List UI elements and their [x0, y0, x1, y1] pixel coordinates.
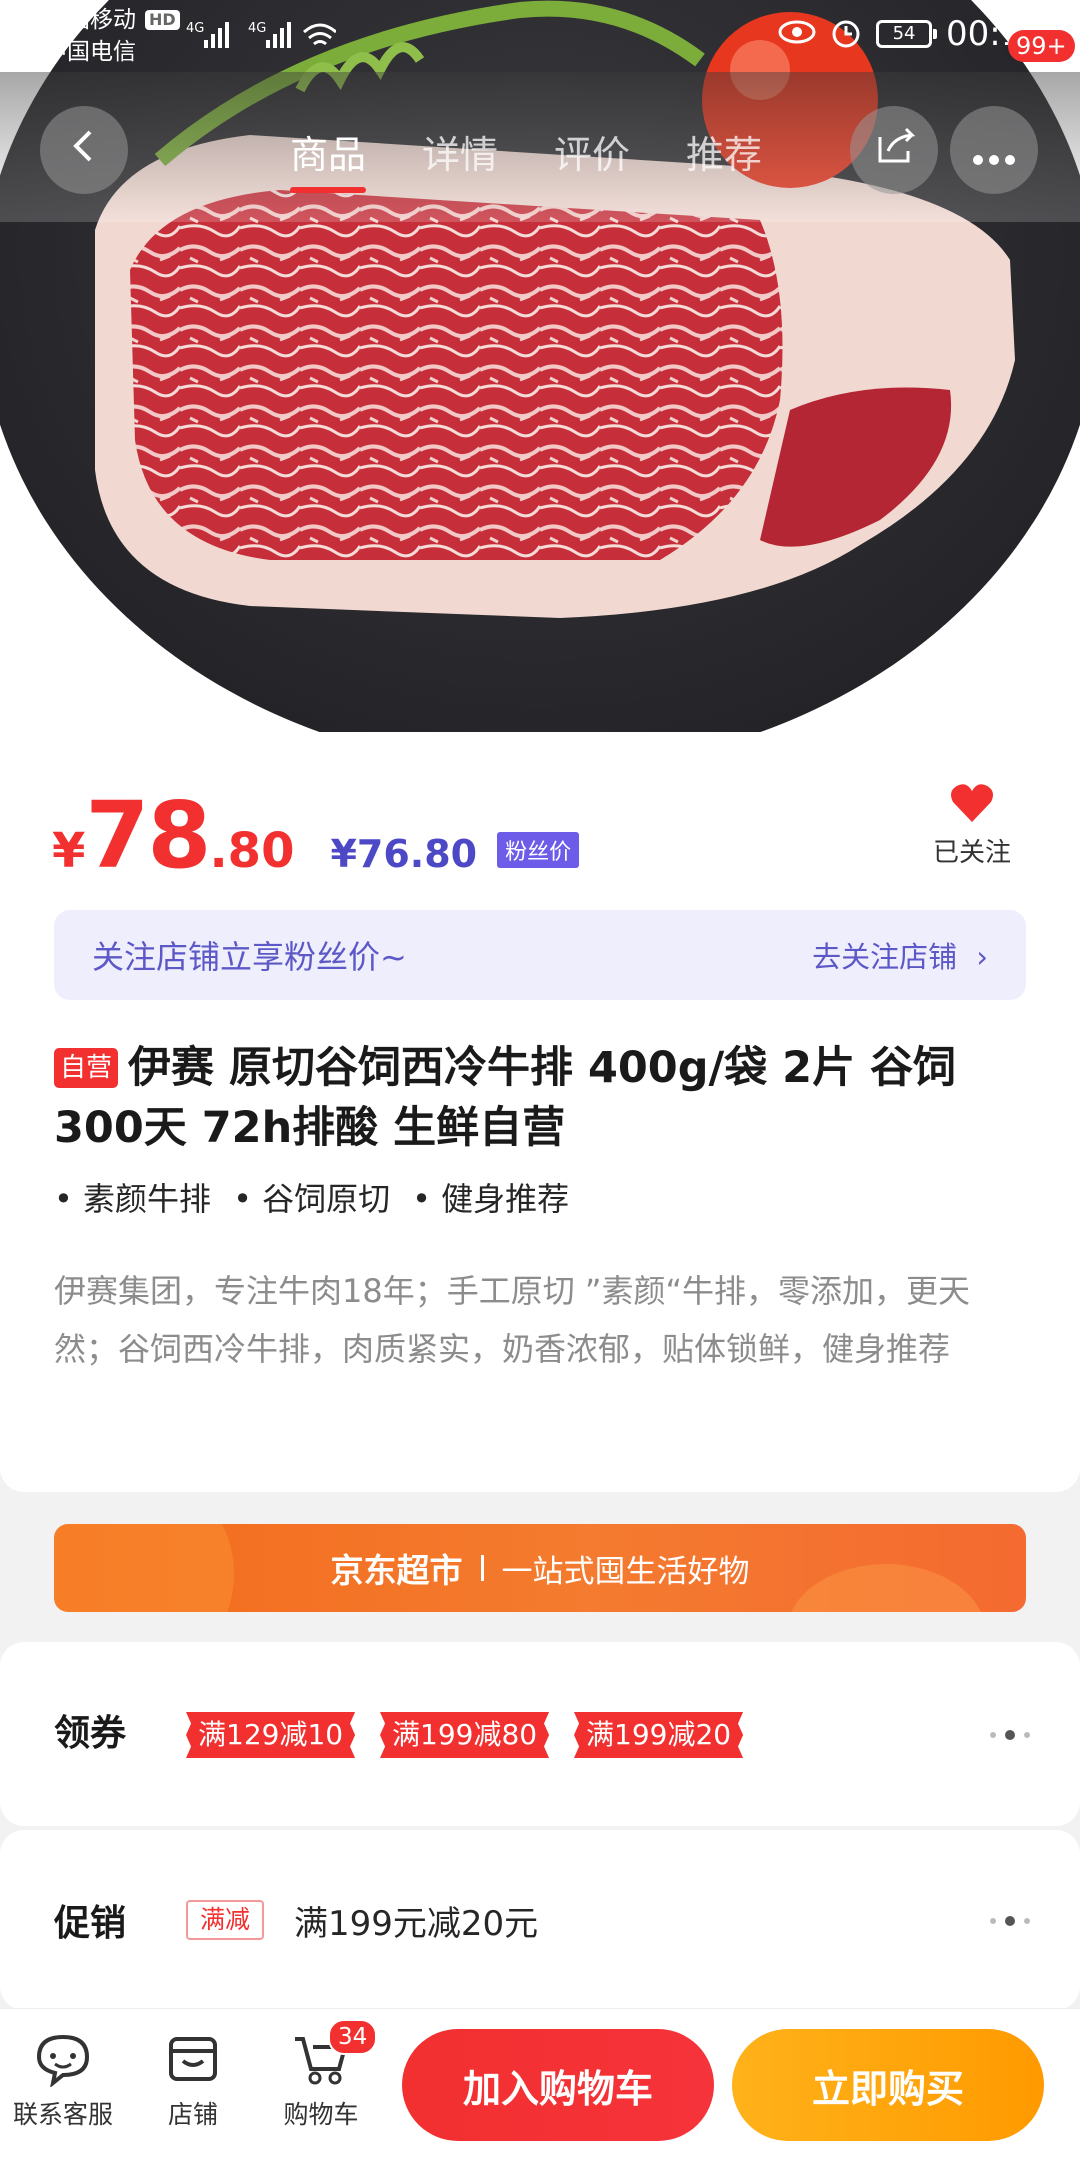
tab-product[interactable]: 商品	[290, 124, 367, 193]
share-icon	[872, 123, 916, 178]
store-button[interactable]: 店铺	[138, 2031, 248, 2131]
top-nav: 商品 详情 评价 推荐	[0, 72, 1080, 222]
buy-now-button[interactable]: 立即购买	[732, 2029, 1044, 2141]
nav-tabs: 商品 详情 评价 推荐	[290, 124, 762, 193]
signal-icon: 4G 4G	[186, 18, 337, 54]
svg-text:4G: 4G	[186, 21, 204, 36]
fan-price-banner[interactable]: 关注店铺立享粉丝价~ 去关注店铺 ›	[54, 910, 1026, 1000]
coupon-row[interactable]: 领券 满129减10 满199减80 满199减20	[0, 1642, 1080, 1826]
follow-button[interactable]: 已关注	[922, 782, 1022, 869]
promotion-row[interactable]: 促销 满减 满199元减20元	[0, 1830, 1080, 2010]
message-badge: 99+	[1008, 30, 1075, 62]
hd-badge: HD	[145, 10, 180, 30]
fan-price: ¥76.80	[330, 832, 478, 876]
fan-price-tag: 粉丝价	[497, 832, 580, 868]
self-operated-tag: 自营	[54, 1048, 119, 1088]
store-icon	[138, 2031, 248, 2087]
more-dots-icon[interactable]	[990, 1730, 1030, 1740]
more-dots-icon[interactable]	[990, 1916, 1030, 1926]
chevron-right-icon: ›	[976, 940, 988, 974]
product-info-card: ¥ 78 .80 ¥76.80 粉丝价 已关注 关注店铺立享粉丝价~ 去关注店铺…	[0, 732, 1080, 1492]
feature-item: 谷饲原切	[233, 1174, 390, 1220]
product-title-text: 伊赛 原切谷饲西冷牛排 400g/袋 2片 谷饲300天 72h排酸 生鲜自营	[54, 1043, 957, 1153]
jd-slogan: 一站式囤生活好物	[501, 1553, 750, 1590]
svg-text:4G: 4G	[248, 21, 266, 36]
product-title: 自营 伊赛 原切谷饲西冷牛排 400g/袋 2片 谷饲300天 72h排酸 生鲜自…	[54, 1038, 1034, 1158]
cart-button[interactable]: 34 购物车	[266, 2019, 378, 2131]
promotion-label: 促销	[54, 1903, 127, 1944]
coupon-item[interactable]: 满199减20	[574, 1712, 744, 1758]
store-label: 店铺	[167, 2100, 218, 2129]
follow-store-link[interactable]: 去关注店铺 ›	[812, 934, 988, 976]
heart-icon	[949, 784, 995, 828]
jd-supermarket-name: 京东超市	[330, 1551, 463, 1590]
price-row: ¥ 78 .80 ¥76.80 粉丝价	[52, 782, 580, 889]
coupon-item[interactable]: 满129减10	[186, 1712, 356, 1758]
price-integer: 78	[85, 782, 211, 889]
coupon-item[interactable]: 满199减80	[380, 1712, 550, 1758]
chevron-left-icon	[64, 123, 104, 177]
more-button[interactable]	[950, 106, 1038, 194]
price-decimal: .80	[209, 823, 295, 879]
tab-reviews[interactable]: 评价	[554, 124, 630, 179]
back-button[interactable]	[40, 106, 128, 194]
jd-supermarket-banner[interactable]: 京东超市 一站式囤生活好物	[54, 1524, 1026, 1612]
product-description: 伊赛集团，专注牛肉18年；手工原切 ”素颜“牛排，零添加，更天然；谷饲西冷牛排，…	[54, 1272, 971, 1368]
alarm-icon	[830, 16, 862, 52]
more-dots-icon	[972, 123, 1016, 177]
chat-icon	[8, 2031, 118, 2087]
feature-item: 健身推荐	[412, 1174, 569, 1220]
customer-service-button[interactable]: 联系客服	[8, 2031, 118, 2131]
battery-icon: 54	[876, 20, 938, 48]
carrier-secondary: 中国电信	[44, 39, 136, 65]
follow-store-label: 去关注店铺	[812, 940, 958, 974]
promotion-tag: 满减	[186, 1900, 265, 1940]
feature-list: 素颜牛排 谷饲原切 健身推荐	[54, 1174, 569, 1220]
add-to-cart-button[interactable]: 加入购物车	[402, 2029, 714, 2141]
status-bar: 中国移动 HD 中国电信 4G 4G 54 00:10	[0, 0, 1080, 72]
coupon-label: 领券	[54, 1713, 127, 1754]
customer-service-label: 联系客服	[12, 2100, 113, 2129]
price-currency: ¥	[52, 823, 86, 879]
divider	[480, 1555, 484, 1581]
tab-recommend[interactable]: 推荐	[686, 124, 762, 179]
follow-label: 已关注	[932, 838, 1011, 868]
promotion-text: 满199元减20元	[294, 1904, 539, 1944]
share-button[interactable]	[850, 106, 938, 194]
eye-icon	[778, 18, 816, 50]
cart-label: 购物车	[283, 2100, 359, 2129]
tab-details[interactable]: 详情	[422, 124, 498, 179]
feature-item: 素颜牛排	[54, 1174, 211, 1220]
cart-count-badge: 34	[328, 2019, 378, 2055]
fan-banner-text: 关注店铺立享粉丝价~	[92, 938, 407, 976]
bottom-action-bar: 联系客服 店铺 34 购物车 加入购物车 立即购买	[0, 2008, 1080, 2160]
carrier-primary: 中国移动	[44, 7, 136, 33]
